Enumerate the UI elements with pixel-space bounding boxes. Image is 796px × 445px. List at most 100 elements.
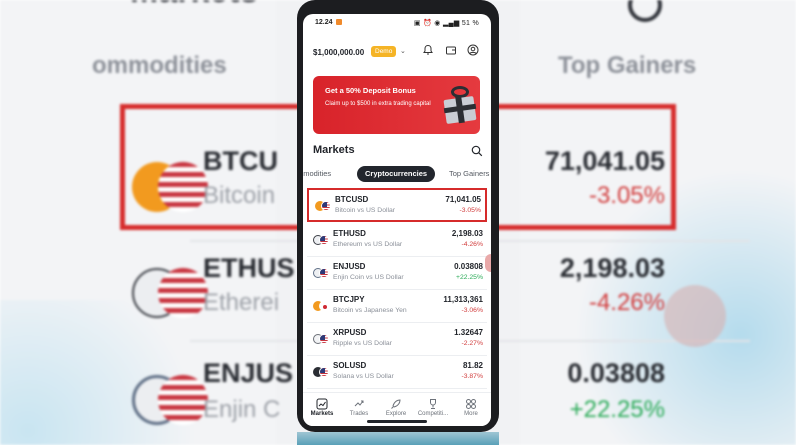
tab-cryptocurrencies[interactable]: Cryptocurrencies [357,166,436,182]
grid-icon [465,397,477,409]
background-name: Bitcoin [203,182,276,209]
nav-explore[interactable]: Explore [378,397,414,417]
status-indicators: ▣ ⏰ ◉ ▂▄▆ 51 % [413,20,479,27]
background-change: +22.25% [569,396,665,423]
phone-bottom-edge [297,432,499,445]
background-symbol: ENJUS [203,358,294,388]
background-change: -3.05% [588,182,665,209]
nav-more[interactable]: More [453,397,489,417]
background-price: 2,198.03 [559,253,665,283]
deposit-bonus-banner[interactable]: Get a 50% Deposit Bonus Claim up to $500… [313,76,480,134]
instrument-change: -3.87% [461,373,483,380]
instrument-price: 11,313,361 [443,295,483,304]
background-symbol: ETHUS [203,253,295,283]
nav-label: Trades [349,411,369,417]
market-row-enjusd[interactable]: ENJUSD Enjin Coin vs US Dollar 0.03808 +… [307,257,487,290]
background-price: 0.03808 [567,358,665,388]
currency-pair-icon [313,301,329,311]
instrument-symbol: ENJUSD [333,262,366,271]
instrument-change: -3.05% [459,207,481,214]
nav-competitions[interactable]: Competiti... [415,397,451,417]
japan-flag-icon [319,301,329,311]
tab-commodities[interactable]: mmodities [303,166,331,182]
currency-pair-icon [315,201,331,211]
market-row-xrpusd[interactable]: XRPUSD Ripple vs US Dollar 1.32647 -2.27… [307,323,487,356]
tab-top-gainers[interactable]: Top Gainers [449,166,489,182]
demo-badge[interactable]: Demo [371,46,397,57]
promo-title: Get a 50% Deposit Bonus [325,86,416,95]
nav-label: Competiti... [417,411,449,417]
rocket-icon [390,397,402,409]
search-icon[interactable] [471,144,485,158]
nav-markets[interactable]: Markets [304,397,340,417]
us-flag-icon [319,268,329,278]
currency-pair-icon [313,334,329,344]
instrument-price: 0.03808 [454,262,483,271]
instrument-price: 71,041.05 [445,195,481,204]
us-flag-icon [319,334,329,344]
instrument-change: -3.06% [461,307,483,314]
instrument-change: -2.27% [461,340,483,347]
instrument-name: Enjin Coin vs US Dollar [333,274,404,281]
background-tab-top-gainers: Top Gainers [558,52,697,79]
market-row-btcusd[interactable]: BTCUSD Bitcoin vs US Dollar 71,041.05 -3… [307,188,487,222]
instrument-symbol: BTCJPY [333,295,365,304]
chart-icon [316,397,328,410]
background-symbol: BTCU [203,146,278,176]
gift-box-icon [443,84,477,124]
us-flag-icon [319,235,329,245]
account-balance[interactable]: $1,000,000.00 [313,48,364,57]
instrument-price: 2,198.03 [451,229,483,238]
instrument-price: 1.32647 [454,328,483,337]
instrument-change: +22.25% [455,274,483,281]
markets-title: Markets [313,144,355,156]
app-screen: 12.24 ▣ ⏰ ◉ ▂▄▆ 51 % $1,000,000.00 Demo … [303,14,491,426]
home-indicator[interactable] [367,420,427,423]
us-flag-icon [321,201,331,211]
instrument-name: Ripple vs US Dollar [333,340,392,347]
background-name: Etherei [203,289,280,316]
us-flag-icon [319,367,329,377]
instrument-change: -4.26% [461,241,483,248]
market-row-solusd[interactable]: SOLUSD Solana vs US Dollar 81.82 -3.87% [307,356,487,389]
background-us-flag-icon [158,268,208,318]
profile-icon[interactable] [466,44,480,58]
nav-label: Explore [385,411,407,417]
bell-icon[interactable] [421,44,435,58]
instrument-name: Bitcoin vs US Dollar [335,207,396,214]
trophy-icon [427,397,439,409]
background-name: Enjin C [203,396,281,423]
chevron-down-icon[interactable]: ⌄ [400,47,406,55]
background-us-flag-icon [158,162,208,212]
account-header: $1,000,000.00 Demo ⌄ [303,44,491,64]
background-markets-title: Markets [130,0,259,11]
status-bar: 12.24 ▣ ⏰ ◉ ▂▄▆ 51 % [303,14,491,32]
currency-pair-icon [313,367,329,377]
background-side-bubble [664,285,726,347]
nav-label: Markets [310,411,334,417]
currency-pair-icon [313,268,329,278]
nav-trades[interactable]: Trades [341,397,377,417]
trades-icon [353,397,365,409]
instrument-price: 81.82 [462,361,483,370]
background-tab-commodities: ommodities [92,52,227,79]
floating-side-tab[interactable] [485,254,491,272]
notification-icon [336,19,342,25]
instrument-symbol: SOLUSD [333,361,367,370]
nav-label: More [464,411,478,417]
wallet-icon[interactable] [444,44,458,58]
market-row-btcjpy[interactable]: BTCJPY Bitcoin vs Japanese Yen 11,313,36… [307,290,487,323]
instrument-symbol: XRPUSD [333,328,367,337]
market-row-ethusd[interactable]: ETHUSD Ethereum vs US Dollar 2,198.03 -4… [307,224,487,257]
instrument-symbol: ETHUSD [333,229,366,238]
instrument-symbol: BTCUSD [335,195,369,204]
promo-text: Claim up to $500 in extra trading capita… [325,101,431,107]
instrument-name: Bitcoin vs Japanese Yen [333,307,407,314]
background-us-flag-icon [158,375,208,425]
phone: 12.24 ▣ ⏰ ◉ ▂▄▆ 51 % $1,000,000.00 Demo … [297,0,499,445]
instrument-name: Ethereum vs US Dollar [333,241,403,248]
status-time: 12.24 [315,19,333,26]
background-price: 71,041.05 [544,146,665,176]
instrument-name: Solana vs US Dollar [333,373,394,380]
market-category-tabs: mmodities Cryptocurrencies Top Gainers [303,166,491,182]
